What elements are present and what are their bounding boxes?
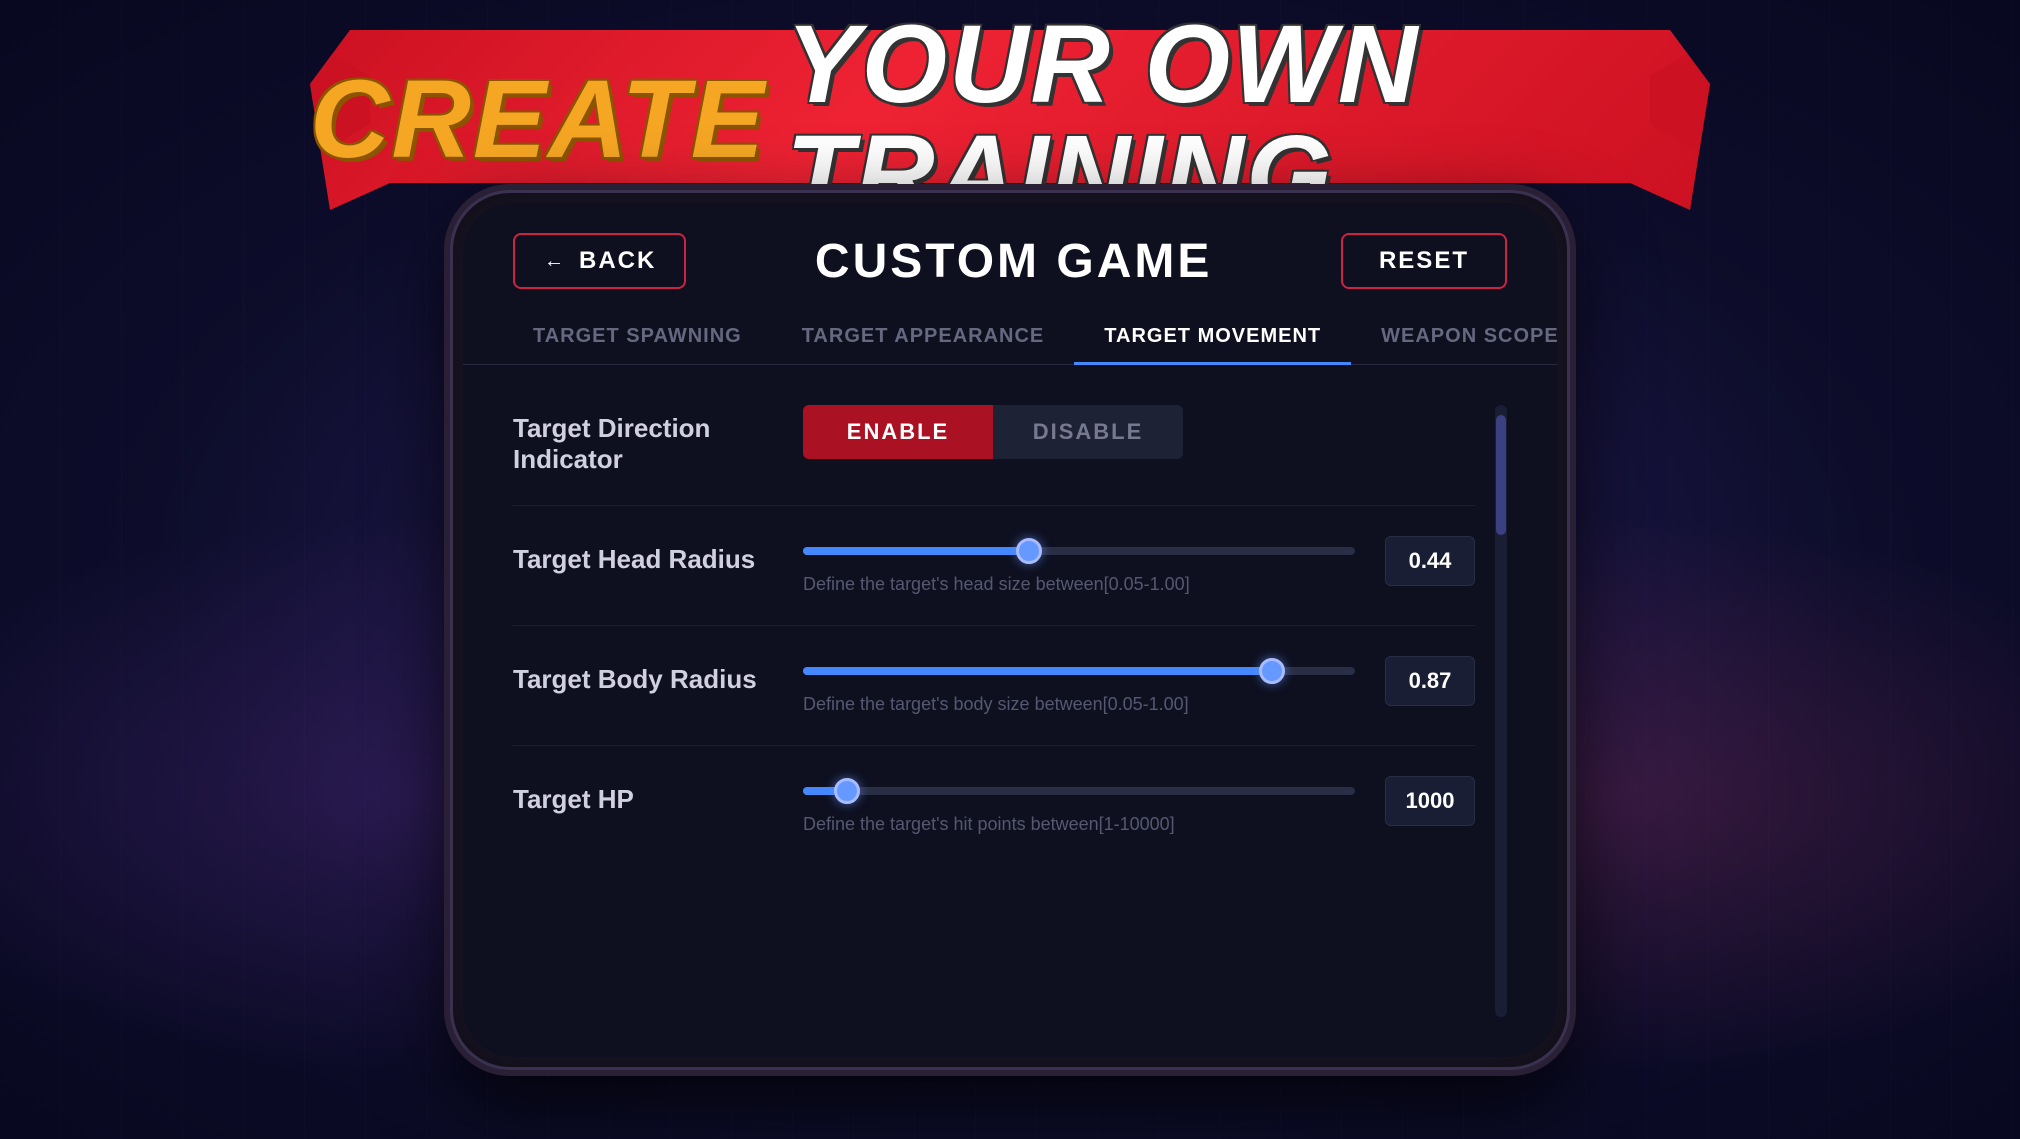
- direction-indicator-control: ENABLE DISABLE: [803, 405, 1475, 459]
- back-button[interactable]: ← BACK: [513, 233, 686, 289]
- disable-button[interactable]: DISABLE: [993, 405, 1183, 459]
- hp-track-container[interactable]: [803, 776, 1355, 806]
- hp-hint: Define the target's hit points between[1…: [803, 814, 1355, 835]
- header: ← BACK CUSTOM GAME RESET: [463, 203, 1557, 309]
- settings-area: Target Direction Indicator ENABLE DISABL…: [513, 405, 1475, 1017]
- tabs-bar: TARGET SPAWNING TARGET APPEARANCE TARGET…: [463, 309, 1557, 365]
- divider-2: [513, 625, 1475, 626]
- direction-indicator-label: Target Direction Indicator: [513, 405, 773, 475]
- head-radius-label: Target Head Radius: [513, 536, 773, 575]
- body-radius-label: Target Body Radius: [513, 656, 773, 695]
- setting-row-direction-indicator: Target Direction Indicator ENABLE DISABL…: [513, 405, 1475, 475]
- body-radius-value: 0.87: [1385, 656, 1475, 706]
- hp-track: [803, 787, 1355, 795]
- head-radius-fill: [803, 547, 1029, 555]
- direction-toggle-group: ENABLE DISABLE: [803, 405, 1183, 459]
- head-radius-track: [803, 547, 1355, 555]
- divider-3: [513, 745, 1475, 746]
- setting-row-body-radius: Target Body Radius Define the target's b…: [513, 656, 1475, 715]
- scrollbar[interactable]: [1495, 405, 1507, 1017]
- top-banner: CREATE YOUR OWN TRAINING: [310, 30, 1710, 210]
- body-radius-track: [803, 667, 1355, 675]
- tab-target-appearance[interactable]: TARGET APPEARANCE: [772, 309, 1075, 364]
- back-label: BACK: [579, 247, 656, 275]
- banner-create: CREATE: [310, 65, 766, 175]
- head-radius-value: 0.44: [1385, 536, 1475, 586]
- hp-value: 1000: [1385, 776, 1475, 826]
- body-radius-thumb[interactable]: [1259, 658, 1285, 684]
- page-title: CUSTOM GAME: [815, 234, 1212, 289]
- hp-slider-control: Define the target's hit points between[1…: [803, 776, 1355, 835]
- head-radius-slider-control: Define the target's head size between[0.…: [803, 536, 1355, 595]
- back-arrow-icon: ←: [543, 249, 567, 273]
- setting-row-head-radius: Target Head Radius Define the target's h…: [513, 536, 1475, 595]
- body-radius-hint: Define the target's body size between[0.…: [803, 694, 1355, 715]
- head-radius-track-container[interactable]: [803, 536, 1355, 566]
- content-area: Target Direction Indicator ENABLE DISABL…: [463, 365, 1557, 1057]
- body-radius-track-container[interactable]: [803, 656, 1355, 686]
- hp-thumb[interactable]: [834, 778, 860, 804]
- tab-target-spawning[interactable]: TARGET SPAWNING: [503, 309, 772, 364]
- reset-button[interactable]: RESET: [1341, 233, 1507, 289]
- tab-weapon-scope[interactable]: WEAPON SCOPE: [1351, 309, 1557, 364]
- body-radius-fill: [803, 667, 1272, 675]
- enable-button[interactable]: ENABLE: [803, 405, 993, 459]
- body-radius-slider-control: Define the target's body size between[0.…: [803, 656, 1355, 715]
- tab-target-movement[interactable]: TARGET MOVEMENT: [1074, 309, 1351, 364]
- phone-frame: ← BACK CUSTOM GAME RESET TARGET SPAWNING…: [450, 190, 1570, 1070]
- head-radius-thumb[interactable]: [1016, 538, 1042, 564]
- screen: ← BACK CUSTOM GAME RESET TARGET SPAWNING…: [463, 203, 1557, 1057]
- head-radius-hint: Define the target's head size between[0.…: [803, 574, 1355, 595]
- divider-1: [513, 505, 1475, 506]
- scrollbar-thumb[interactable]: [1496, 415, 1506, 535]
- hp-label: Target HP: [513, 776, 773, 815]
- setting-row-hp: Target HP Define the target's hit points…: [513, 776, 1475, 835]
